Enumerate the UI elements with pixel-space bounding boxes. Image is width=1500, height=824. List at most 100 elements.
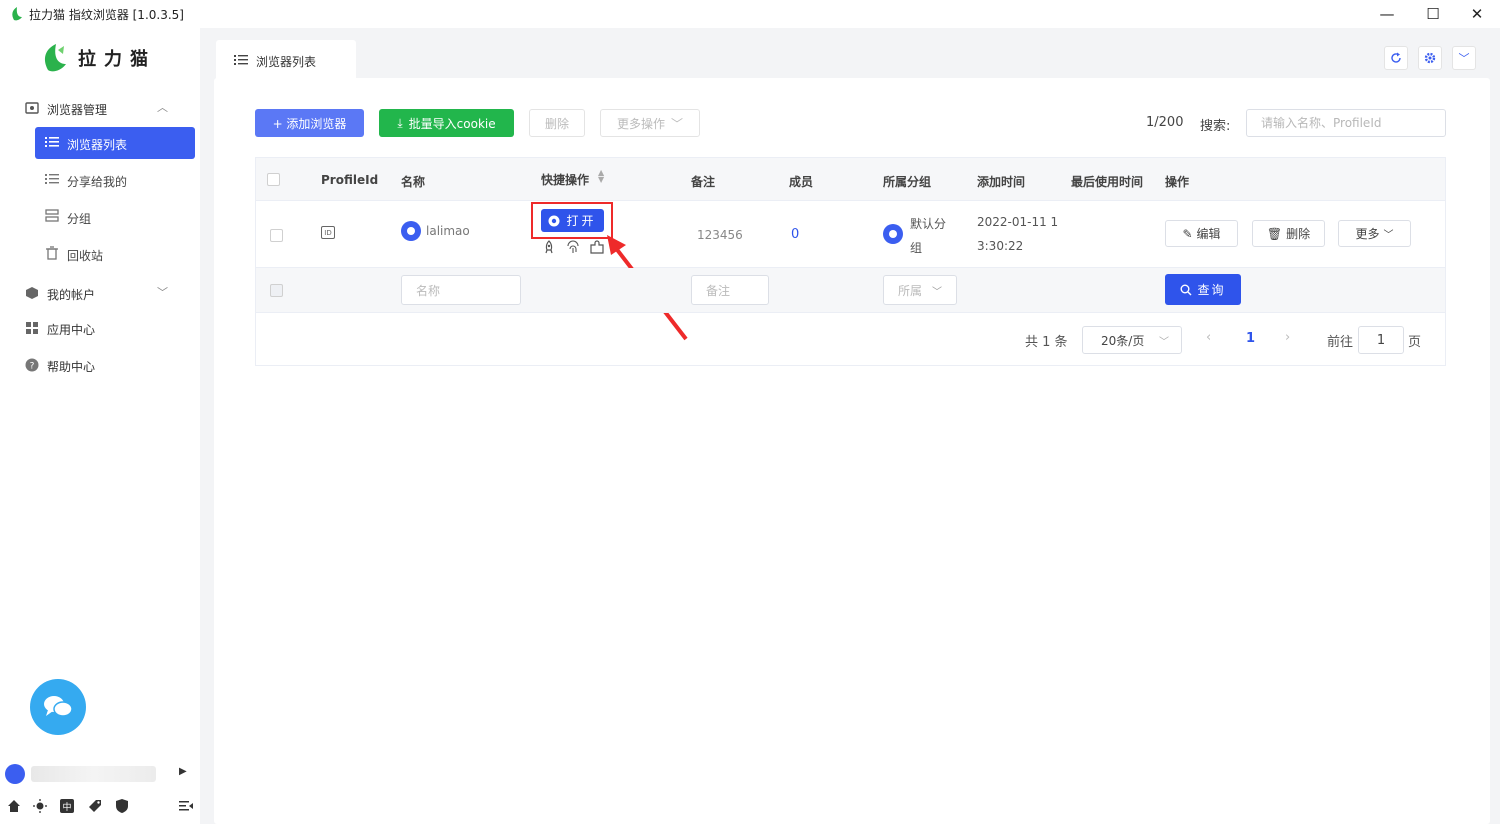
- table-row: ID lalimao 打开 123456 0 默认分 组 2022-01-11 …: [256, 201, 1445, 341]
- search-label: 搜索:: [1200, 119, 1231, 134]
- search-input[interactable]: [1246, 109, 1446, 137]
- name-filter-input[interactable]: 名称: [401, 275, 521, 305]
- row-delete-button[interactable]: 🗑 删除: [1252, 220, 1325, 247]
- user-profile[interactable]: ▶: [5, 764, 195, 784]
- table-header: ProfileId 名称 快捷操作 ▲ ▼ 备注 成员 所属分组 添加时间 最后使…: [256, 158, 1445, 201]
- language-icon[interactable]: 中: [59, 798, 75, 814]
- browser-avatar-icon: [401, 221, 421, 241]
- download-icon: ⤓: [397, 115, 403, 130]
- minimize-button[interactable]: —: [1364, 0, 1410, 28]
- menu-label: 帮助中心: [47, 360, 96, 374]
- browser-count: 1/200: [1146, 115, 1184, 130]
- tab-browser-list[interactable]: 浏览器列表: [216, 40, 356, 80]
- gear-icon: [1424, 52, 1436, 64]
- home-icon[interactable]: [6, 798, 22, 814]
- close-button[interactable]: ✕: [1454, 0, 1500, 28]
- app-logo-icon: [12, 7, 22, 21]
- row-checkbox[interactable]: [270, 229, 283, 242]
- tab-label: 浏览器列表: [256, 55, 317, 69]
- collapse-menu-icon[interactable]: [178, 798, 194, 814]
- pagination: 共 1 条 20条/页 ﹀ ‹ 1 › 前往 1 页: [256, 313, 1445, 365]
- svg-text:中: 中: [62, 801, 71, 813]
- menu-app-center[interactable]: 应用中心: [0, 313, 200, 343]
- maximize-button[interactable]: ☐: [1410, 0, 1456, 28]
- edit-button[interactable]: ✎ 编辑: [1165, 220, 1238, 247]
- query-label: 查询: [1197, 283, 1226, 297]
- sidebar: 拉力猫 浏览器管理 ︿ 浏览器列表 分享给我的 分组 回收站 我的帐户 ﹀ 应用…: [0, 28, 200, 824]
- more-actions-label: 更多操作: [616, 116, 665, 131]
- page-size-select[interactable]: 20条/页 ﹀: [1082, 326, 1182, 354]
- browser-manage-icon: [25, 102, 39, 114]
- cat-logo-icon: [44, 44, 66, 72]
- avatar: [5, 764, 25, 784]
- rocket-icon[interactable]: [542, 240, 556, 254]
- sidebar-item-recycle-bin[interactable]: 回收站: [35, 238, 195, 270]
- content-panel: + 添加浏览器 ⤓ 批量导入cookie 删除 更多操作 ﹀ 1/200 搜索:…: [214, 78, 1490, 824]
- user-name-blurred: [31, 766, 156, 782]
- brand-name: 拉力猫: [78, 49, 156, 70]
- added-time-line2: 3:30:22: [977, 239, 1024, 253]
- col-quick-actions[interactable]: 快捷操作: [541, 171, 589, 188]
- browser-name[interactable]: lalimao: [426, 224, 470, 238]
- refresh-button[interactable]: [1384, 46, 1408, 70]
- chrome-icon: [548, 215, 560, 226]
- prev-page-button[interactable]: ‹: [1206, 330, 1211, 345]
- col-actions: 操作: [1165, 175, 1190, 189]
- theme-sun-icon[interactable]: [32, 798, 48, 814]
- page-size-value: 20条/页: [1101, 333, 1145, 348]
- menu-my-account[interactable]: 我的帐户 ﹀: [0, 278, 200, 308]
- list-icon: [234, 55, 248, 65]
- add-browser-button[interactable]: + 添加浏览器: [255, 109, 364, 137]
- group-filter-select[interactable]: 所属 ﹀: [883, 275, 957, 305]
- trash-icon: 🗑: [1266, 226, 1283, 241]
- filter-checkbox: [270, 284, 283, 297]
- search-icon: [1180, 284, 1192, 295]
- group-name-line2: 组: [910, 241, 923, 255]
- next-page-button[interactable]: ›: [1285, 330, 1290, 345]
- filter-row: 名称 备注 所属 ﹀ 查询: [256, 268, 1445, 313]
- brand-logo: 拉力猫: [40, 42, 156, 74]
- open-browser-button[interactable]: 打开: [541, 209, 604, 232]
- chat-icon: [44, 696, 73, 717]
- delete-button[interactable]: 删除: [529, 109, 585, 137]
- tag-icon[interactable]: [87, 798, 103, 814]
- chat-support-button[interactable]: [30, 679, 86, 735]
- chevron-down-icon: ﹀: [1383, 230, 1394, 241]
- sidebar-item-browser-list[interactable]: 浏览器列表: [35, 127, 195, 159]
- members-count[interactable]: 0: [791, 227, 799, 242]
- main-area: 浏览器列表 ﹀ + 添加浏览器 ⤓ 批量导入cookie 删除 更多操作 ﹀ 1…: [200, 28, 1500, 824]
- open-label: 打开: [566, 214, 597, 228]
- query-button[interactable]: 查询: [1165, 274, 1241, 305]
- sort-icon[interactable]: ▲ ▼: [598, 169, 604, 184]
- goto-page-input[interactable]: 1: [1358, 326, 1404, 354]
- caret-right-icon: ▶: [179, 766, 187, 777]
- browser-table: ProfileId 名称 快捷操作 ▲ ▼ 备注 成员 所属分组 添加时间 最后使…: [255, 157, 1446, 366]
- dropdown-button[interactable]: ﹀: [1452, 46, 1476, 70]
- current-page[interactable]: 1: [1246, 331, 1255, 346]
- page-suffix: 页: [1408, 335, 1422, 350]
- app-center-icon: [26, 322, 38, 334]
- shield-icon[interactable]: [114, 798, 130, 814]
- fingerprint-icon[interactable]: [566, 240, 580, 254]
- remark-filter-input[interactable]: 备注: [691, 275, 769, 305]
- edit-label: 编辑: [1196, 227, 1221, 241]
- select-all-checkbox[interactable]: [267, 173, 280, 186]
- row-more-dropdown[interactable]: 更多 ﹀: [1338, 220, 1411, 247]
- sidebar-item-shared[interactable]: 分享给我的: [35, 164, 195, 196]
- menu-label: 浏览器管理: [47, 103, 108, 117]
- menu-help-center[interactable]: ? 帮助中心: [0, 350, 200, 380]
- menu-label: 我的帐户: [47, 288, 96, 302]
- settings-button[interactable]: [1418, 46, 1442, 70]
- chevron-down-icon: ﹀: [157, 286, 168, 299]
- sidebar-item-label: 分享给我的: [67, 175, 128, 189]
- import-cookie-button[interactable]: ⤓ 批量导入cookie: [379, 109, 514, 137]
- chevron-down-icon: ﹀: [932, 286, 943, 298]
- sidebar-item-groups[interactable]: 分组: [35, 201, 195, 233]
- id-icon[interactable]: ID: [321, 226, 335, 239]
- col-remark: 备注: [691, 175, 716, 189]
- menu-browser-manage[interactable]: 浏览器管理 ︿: [0, 93, 200, 123]
- chevron-down-icon: ﹀: [1159, 336, 1169, 348]
- more-actions-dropdown[interactable]: 更多操作 ﹀: [600, 109, 700, 137]
- remark-value: 123456: [697, 228, 743, 242]
- window-title: 拉力猫 指纹浏览器 [1.0.3.5]: [29, 8, 184, 22]
